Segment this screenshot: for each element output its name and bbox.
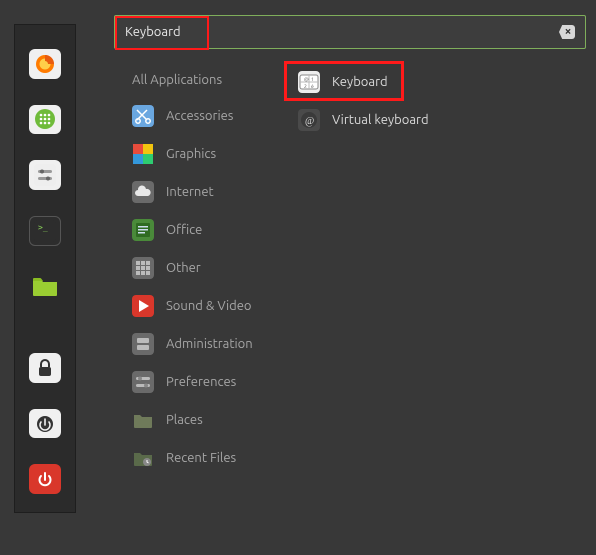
preferences-icon (132, 371, 154, 393)
result-keyboard[interactable]: @12é Keyboard (288, 63, 590, 101)
result-label: Keyboard (332, 75, 388, 89)
sliders-icon (34, 164, 56, 186)
application-menu: All Applications Accessories Graphics In… (114, 15, 590, 540)
search-field-container (114, 15, 586, 49)
folder-icon (32, 275, 58, 297)
category-accessories[interactable]: Accessories (114, 97, 284, 135)
category-label: Graphics (166, 147, 216, 161)
cloud-icon (132, 181, 154, 203)
logout-icon (35, 414, 55, 434)
launcher-bar: >_ (14, 24, 76, 513)
virtual-keyboard-icon: @ (298, 109, 320, 131)
category-list: All Applications Accessories Graphics In… (114, 63, 284, 477)
category-label: Places (166, 413, 203, 427)
svg-text:@: @ (305, 116, 314, 127)
search-results: @12é Keyboard @ Virtual keyboard (284, 63, 590, 477)
category-label: Accessories (166, 109, 233, 123)
category-label: Recent Files (166, 451, 236, 465)
launcher-terminal[interactable]: >_ (29, 216, 61, 246)
category-graphics[interactable]: Graphics (114, 135, 284, 173)
terminal-icon: >_ (34, 220, 56, 242)
launcher-files[interactable] (29, 272, 61, 302)
category-administration[interactable]: Administration (114, 325, 284, 363)
recent-folder-icon (132, 447, 154, 469)
launcher-settings[interactable] (29, 160, 61, 190)
category-internet[interactable]: Internet (114, 173, 284, 211)
svg-text:1: 1 (311, 76, 314, 82)
category-label: Administration (166, 337, 253, 351)
category-preferences[interactable]: Preferences (114, 363, 284, 401)
category-recent-files[interactable]: Recent Files (114, 439, 284, 477)
lock-icon (35, 358, 55, 378)
admin-icon (132, 333, 154, 355)
category-label: Sound & Video (166, 299, 252, 313)
category-all-applications[interactable]: All Applications (114, 63, 284, 97)
category-label: Office (166, 223, 202, 237)
firefox-icon (34, 53, 56, 75)
launcher-contacts[interactable] (29, 105, 61, 135)
grid-icon (132, 257, 154, 279)
category-other[interactable]: Other (114, 249, 284, 287)
grid-app-icon (34, 108, 56, 130)
category-places[interactable]: Places (114, 401, 284, 439)
category-label: Other (166, 261, 201, 275)
launcher-firefox[interactable] (29, 49, 61, 79)
graphics-icon (132, 143, 154, 165)
clear-search-icon[interactable] (559, 25, 575, 39)
launcher-logout[interactable] (29, 409, 61, 439)
result-label: Virtual keyboard (332, 113, 429, 127)
search-input[interactable] (125, 25, 559, 39)
category-label: Internet (166, 185, 214, 199)
launcher-power[interactable] (29, 464, 61, 494)
category-label: Preferences (166, 375, 236, 389)
keyboard-icon: @12é (298, 71, 320, 93)
launcher-lock[interactable] (29, 353, 61, 383)
category-sound-video[interactable]: Sound & Video (114, 287, 284, 325)
category-label: All Applications (132, 73, 222, 87)
scissors-icon (132, 105, 154, 127)
svg-text:>_: >_ (38, 223, 48, 232)
svg-text:@: @ (304, 76, 309, 82)
result-virtual-keyboard[interactable]: @ Virtual keyboard (288, 101, 590, 139)
category-office[interactable]: Office (114, 211, 284, 249)
folder-icon (132, 409, 154, 431)
svg-text:2: 2 (304, 83, 307, 89)
svg-text:é: é (311, 83, 314, 89)
power-icon (35, 469, 55, 489)
play-icon (132, 295, 154, 317)
office-icon (132, 219, 154, 241)
